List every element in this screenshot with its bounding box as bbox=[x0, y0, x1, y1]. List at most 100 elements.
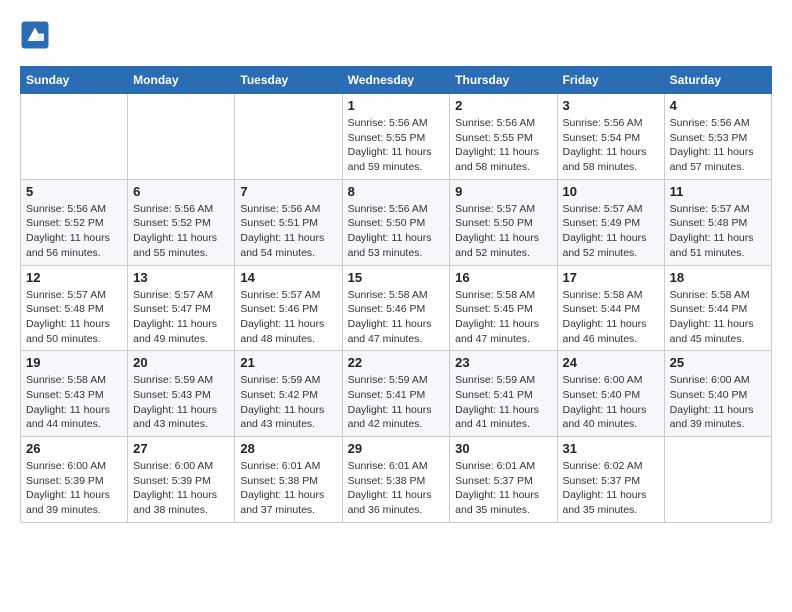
day-number: 21 bbox=[240, 355, 336, 370]
calendar-cell bbox=[235, 94, 342, 180]
calendar-cell: 8 Sunrise: 5:56 AMSunset: 5:50 PMDayligh… bbox=[342, 179, 450, 265]
day-number: 16 bbox=[455, 270, 551, 285]
calendar-cell: 11 Sunrise: 5:57 AMSunset: 5:48 PMDaylig… bbox=[664, 179, 771, 265]
day-info: Sunrise: 5:57 AMSunset: 5:47 PMDaylight:… bbox=[133, 288, 229, 347]
calendar-cell: 10 Sunrise: 5:57 AMSunset: 5:49 PMDaylig… bbox=[557, 179, 664, 265]
day-number: 2 bbox=[455, 98, 551, 113]
day-info: Sunrise: 5:56 AMSunset: 5:55 PMDaylight:… bbox=[455, 116, 551, 175]
day-number: 24 bbox=[563, 355, 659, 370]
day-number: 17 bbox=[563, 270, 659, 285]
calendar-cell: 14 Sunrise: 5:57 AMSunset: 5:46 PMDaylig… bbox=[235, 265, 342, 351]
day-info: Sunrise: 5:58 AMSunset: 5:45 PMDaylight:… bbox=[455, 288, 551, 347]
day-info: Sunrise: 5:56 AMSunset: 5:53 PMDaylight:… bbox=[670, 116, 766, 175]
day-info: Sunrise: 5:58 AMSunset: 5:43 PMDaylight:… bbox=[26, 373, 122, 432]
day-number: 30 bbox=[455, 441, 551, 456]
day-of-week-header: Thursday bbox=[450, 67, 557, 94]
day-number: 18 bbox=[670, 270, 766, 285]
day-info: Sunrise: 5:59 AMSunset: 5:42 PMDaylight:… bbox=[240, 373, 336, 432]
day-info: Sunrise: 5:56 AMSunset: 5:55 PMDaylight:… bbox=[348, 116, 445, 175]
day-info: Sunrise: 5:56 AMSunset: 5:52 PMDaylight:… bbox=[133, 202, 229, 261]
day-number: 8 bbox=[348, 184, 445, 199]
day-info: Sunrise: 5:56 AMSunset: 5:54 PMDaylight:… bbox=[563, 116, 659, 175]
day-info: Sunrise: 6:00 AMSunset: 5:39 PMDaylight:… bbox=[26, 459, 122, 518]
day-number: 26 bbox=[26, 441, 122, 456]
calendar-cell: 9 Sunrise: 5:57 AMSunset: 5:50 PMDayligh… bbox=[450, 179, 557, 265]
day-info: Sunrise: 5:58 AMSunset: 5:44 PMDaylight:… bbox=[670, 288, 766, 347]
day-number: 7 bbox=[240, 184, 336, 199]
day-number: 14 bbox=[240, 270, 336, 285]
day-of-week-header: Wednesday bbox=[342, 67, 450, 94]
day-of-week-header: Friday bbox=[557, 67, 664, 94]
day-number: 10 bbox=[563, 184, 659, 199]
calendar-cell: 30 Sunrise: 6:01 AMSunset: 5:37 PMDaylig… bbox=[450, 437, 557, 523]
calendar-cell: 24 Sunrise: 6:00 AMSunset: 5:40 PMDaylig… bbox=[557, 351, 664, 437]
day-info: Sunrise: 6:00 AMSunset: 5:39 PMDaylight:… bbox=[133, 459, 229, 518]
calendar-cell: 2 Sunrise: 5:56 AMSunset: 5:55 PMDayligh… bbox=[450, 94, 557, 180]
calendar-cell: 12 Sunrise: 5:57 AMSunset: 5:48 PMDaylig… bbox=[21, 265, 128, 351]
calendar-cell: 1 Sunrise: 5:56 AMSunset: 5:55 PMDayligh… bbox=[342, 94, 450, 180]
day-info: Sunrise: 5:57 AMSunset: 5:48 PMDaylight:… bbox=[670, 202, 766, 261]
calendar-cell: 23 Sunrise: 5:59 AMSunset: 5:41 PMDaylig… bbox=[450, 351, 557, 437]
day-number: 20 bbox=[133, 355, 229, 370]
calendar-cell: 7 Sunrise: 5:56 AMSunset: 5:51 PMDayligh… bbox=[235, 179, 342, 265]
calendar-cell: 21 Sunrise: 5:59 AMSunset: 5:42 PMDaylig… bbox=[235, 351, 342, 437]
calendar-table: SundayMondayTuesdayWednesdayThursdayFrid… bbox=[20, 66, 772, 523]
calendar-week-row: 19 Sunrise: 5:58 AMSunset: 5:43 PMDaylig… bbox=[21, 351, 772, 437]
day-number: 25 bbox=[670, 355, 766, 370]
day-number: 19 bbox=[26, 355, 122, 370]
calendar-cell: 31 Sunrise: 6:02 AMSunset: 5:37 PMDaylig… bbox=[557, 437, 664, 523]
page-header bbox=[20, 20, 772, 50]
day-info: Sunrise: 6:01 AMSunset: 5:38 PMDaylight:… bbox=[240, 459, 336, 518]
day-info: Sunrise: 5:56 AMSunset: 5:51 PMDaylight:… bbox=[240, 202, 336, 261]
day-of-week-header: Monday bbox=[128, 67, 235, 94]
day-number: 1 bbox=[348, 98, 445, 113]
day-of-week-header: Sunday bbox=[21, 67, 128, 94]
day-info: Sunrise: 6:02 AMSunset: 5:37 PMDaylight:… bbox=[563, 459, 659, 518]
calendar-cell: 16 Sunrise: 5:58 AMSunset: 5:45 PMDaylig… bbox=[450, 265, 557, 351]
day-number: 13 bbox=[133, 270, 229, 285]
day-info: Sunrise: 5:59 AMSunset: 5:41 PMDaylight:… bbox=[348, 373, 445, 432]
day-info: Sunrise: 6:00 AMSunset: 5:40 PMDaylight:… bbox=[670, 373, 766, 432]
day-number: 22 bbox=[348, 355, 445, 370]
calendar-cell: 6 Sunrise: 5:56 AMSunset: 5:52 PMDayligh… bbox=[128, 179, 235, 265]
calendar-week-row: 12 Sunrise: 5:57 AMSunset: 5:48 PMDaylig… bbox=[21, 265, 772, 351]
day-info: Sunrise: 5:58 AMSunset: 5:46 PMDaylight:… bbox=[348, 288, 445, 347]
day-info: Sunrise: 5:57 AMSunset: 5:49 PMDaylight:… bbox=[563, 202, 659, 261]
logo-icon bbox=[20, 20, 50, 50]
calendar-cell bbox=[664, 437, 771, 523]
day-info: Sunrise: 5:58 AMSunset: 5:44 PMDaylight:… bbox=[563, 288, 659, 347]
day-info: Sunrise: 5:57 AMSunset: 5:50 PMDaylight:… bbox=[455, 202, 551, 261]
calendar-cell: 25 Sunrise: 6:00 AMSunset: 5:40 PMDaylig… bbox=[664, 351, 771, 437]
day-number: 12 bbox=[26, 270, 122, 285]
day-info: Sunrise: 5:57 AMSunset: 5:46 PMDaylight:… bbox=[240, 288, 336, 347]
calendar-cell: 15 Sunrise: 5:58 AMSunset: 5:46 PMDaylig… bbox=[342, 265, 450, 351]
day-info: Sunrise: 5:59 AMSunset: 5:43 PMDaylight:… bbox=[133, 373, 229, 432]
calendar-cell: 20 Sunrise: 5:59 AMSunset: 5:43 PMDaylig… bbox=[128, 351, 235, 437]
calendar-cell: 22 Sunrise: 5:59 AMSunset: 5:41 PMDaylig… bbox=[342, 351, 450, 437]
day-of-week-header: Tuesday bbox=[235, 67, 342, 94]
day-number: 6 bbox=[133, 184, 229, 199]
calendar-cell: 13 Sunrise: 5:57 AMSunset: 5:47 PMDaylig… bbox=[128, 265, 235, 351]
logo bbox=[20, 20, 54, 50]
calendar-cell: 17 Sunrise: 5:58 AMSunset: 5:44 PMDaylig… bbox=[557, 265, 664, 351]
day-info: Sunrise: 6:01 AMSunset: 5:38 PMDaylight:… bbox=[348, 459, 445, 518]
day-number: 23 bbox=[455, 355, 551, 370]
day-number: 27 bbox=[133, 441, 229, 456]
day-number: 9 bbox=[455, 184, 551, 199]
calendar-cell: 28 Sunrise: 6:01 AMSunset: 5:38 PMDaylig… bbox=[235, 437, 342, 523]
day-number: 11 bbox=[670, 184, 766, 199]
day-info: Sunrise: 5:56 AMSunset: 5:52 PMDaylight:… bbox=[26, 202, 122, 261]
calendar-cell bbox=[128, 94, 235, 180]
calendar-week-row: 5 Sunrise: 5:56 AMSunset: 5:52 PMDayligh… bbox=[21, 179, 772, 265]
calendar-cell: 19 Sunrise: 5:58 AMSunset: 5:43 PMDaylig… bbox=[21, 351, 128, 437]
day-number: 15 bbox=[348, 270, 445, 285]
calendar-cell: 3 Sunrise: 5:56 AMSunset: 5:54 PMDayligh… bbox=[557, 94, 664, 180]
day-number: 3 bbox=[563, 98, 659, 113]
calendar-cell: 27 Sunrise: 6:00 AMSunset: 5:39 PMDaylig… bbox=[128, 437, 235, 523]
calendar-cell: 29 Sunrise: 6:01 AMSunset: 5:38 PMDaylig… bbox=[342, 437, 450, 523]
day-info: Sunrise: 5:59 AMSunset: 5:41 PMDaylight:… bbox=[455, 373, 551, 432]
calendar-cell: 4 Sunrise: 5:56 AMSunset: 5:53 PMDayligh… bbox=[664, 94, 771, 180]
day-of-week-header: Saturday bbox=[664, 67, 771, 94]
calendar-cell: 18 Sunrise: 5:58 AMSunset: 5:44 PMDaylig… bbox=[664, 265, 771, 351]
day-number: 4 bbox=[670, 98, 766, 113]
